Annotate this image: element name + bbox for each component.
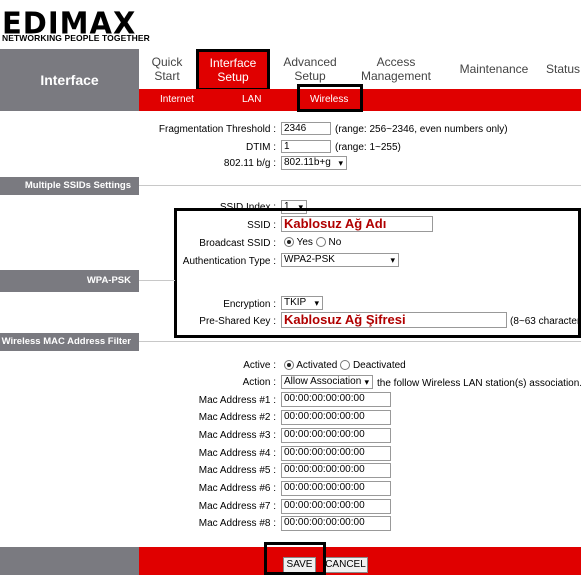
nav-label: Start xyxy=(154,69,180,83)
mac-address-label: Mac Address #1 : xyxy=(198,395,276,406)
psk-label: Pre-Shared Key : xyxy=(199,316,276,327)
section-multiple-ssids: Multiple SSIDs Settings xyxy=(0,177,139,195)
mac-address-label: Mac Address #8 : xyxy=(198,518,276,529)
mac-address-input[interactable]: 00:00:00:00:00:00 xyxy=(281,410,391,425)
auth-type-label: Authentication Type : xyxy=(182,256,276,267)
dtim-label: DTIM : xyxy=(246,142,276,153)
mac-address-label: Mac Address #6 : xyxy=(198,483,276,494)
mac-address-input[interactable]: 00:00:00:00:00:00 xyxy=(281,481,391,496)
nav-label: Status xyxy=(546,62,581,76)
auth-type-select[interactable]: WPA2-PSK xyxy=(281,253,399,267)
mac-action-select[interactable]: Allow Association xyxy=(281,375,373,389)
nav-label: Advanced xyxy=(283,55,337,69)
highlight-box-interface xyxy=(196,49,270,91)
broadcast-no-label: No xyxy=(328,237,342,248)
nav-label: Setup xyxy=(294,69,326,83)
subnav-internet[interactable]: Internet xyxy=(160,94,194,105)
nav-label: Quick xyxy=(151,55,183,69)
frag-label: Fragmentation Threshold : xyxy=(158,124,276,135)
clipped-row xyxy=(175,111,425,117)
mac-address-input[interactable]: 00:00:00:00:00:00 xyxy=(281,428,391,443)
dtim-note: (range: 1~255) xyxy=(335,142,401,153)
section-divider xyxy=(139,280,175,281)
mac-address-input[interactable]: 00:00:00:00:00:00 xyxy=(281,516,391,531)
subnav-lan[interactable]: LAN xyxy=(242,94,261,105)
highlight-box-save xyxy=(264,542,326,575)
mac-address-input[interactable]: 00:00:00:00:00:00 xyxy=(281,446,391,461)
mac-active-label: Active : xyxy=(243,360,276,371)
section-mac-filter: Wireless MAC Address Filter xyxy=(0,333,139,351)
psk-note: (8~63 characters) xyxy=(510,316,581,327)
nav-maintenance[interactable]: Maintenance xyxy=(452,52,536,86)
mode-select[interactable]: 802.11b+g xyxy=(281,156,347,170)
broadcast-yes-radio[interactable] xyxy=(284,237,294,248)
nav-label: Management xyxy=(360,69,432,83)
ssid-input[interactable]: Kablosuz Ağ Adı xyxy=(281,216,433,232)
auth-type-value: WPA2-PSK xyxy=(284,254,335,265)
mac-action-value: Allow Association xyxy=(284,376,362,387)
mode-select-value: 802.11b+g xyxy=(284,157,331,168)
frag-input[interactable]: 2346 xyxy=(281,122,331,135)
nav-label: Access xyxy=(376,55,416,69)
sidebar-title: Interface xyxy=(0,49,139,111)
nav-advanced-setup[interactable]: Advanced Setup xyxy=(276,52,344,86)
mac-active-options: Activated Deactivated xyxy=(284,360,406,371)
mac-deactivated-label: Deactivated xyxy=(352,360,406,371)
mac-activated-radio[interactable] xyxy=(284,360,294,371)
mac-deactivated-radio[interactable] xyxy=(340,360,351,371)
broadcast-yes-label: Yes xyxy=(296,237,313,248)
mac-action-label: Action : xyxy=(242,377,276,388)
nav-status[interactable]: Status xyxy=(546,52,581,86)
mac-address-label: Mac Address #7 : xyxy=(198,501,276,512)
mac-action-note: the follow Wireless LAN station(s) assoc… xyxy=(377,378,581,389)
mac-address-input[interactable]: 00:00:00:00:00:00 xyxy=(281,499,391,514)
footer-left xyxy=(0,547,139,575)
mac-address-label: Mac Address #2 : xyxy=(198,412,276,423)
mac-address-input[interactable]: 00:00:00:00:00:00 xyxy=(281,463,391,478)
brand-tagline: NETWORKING PEOPLE TOGETHER xyxy=(2,33,150,43)
mac-address-input[interactable]: 00:00:00:00:00:00 xyxy=(281,392,391,407)
section-wpa-psk: WPA-PSK xyxy=(0,270,139,292)
mac-activated-label: Activated xyxy=(296,360,338,371)
encryption-select[interactable]: TKIP xyxy=(281,296,323,310)
broadcast-ssid-options: Yes No xyxy=(284,237,341,248)
mac-address-label: Mac Address #3 : xyxy=(198,430,276,441)
nav-label: Maintenance xyxy=(459,62,529,76)
highlight-box-wireless xyxy=(297,84,363,112)
ssid-label: SSID : xyxy=(247,220,276,231)
mode-label: 802.11 b/g : xyxy=(223,158,276,169)
nav-quick-start[interactable]: Quick Start xyxy=(142,52,192,86)
encryption-value: TKIP xyxy=(284,297,307,308)
mac-address-label: Mac Address #5 : xyxy=(198,465,276,476)
broadcast-ssid-label: Broadcast SSID : xyxy=(199,238,276,249)
section-divider xyxy=(139,185,581,186)
frag-note: (range: 256~2346, even numbers only) xyxy=(335,124,508,135)
encryption-label: Encryption : xyxy=(223,299,276,310)
mac-address-label: Mac Address #4 : xyxy=(198,448,276,459)
section-divider xyxy=(139,341,581,342)
cancel-button[interactable]: CANCEL xyxy=(323,557,368,573)
nav-access-management[interactable]: Access Management xyxy=(356,52,436,86)
dtim-input[interactable]: 1 xyxy=(281,140,331,153)
psk-input[interactable]: Kablosuz Ağ Şifresi xyxy=(281,312,507,328)
broadcast-no-radio[interactable] xyxy=(315,237,326,248)
